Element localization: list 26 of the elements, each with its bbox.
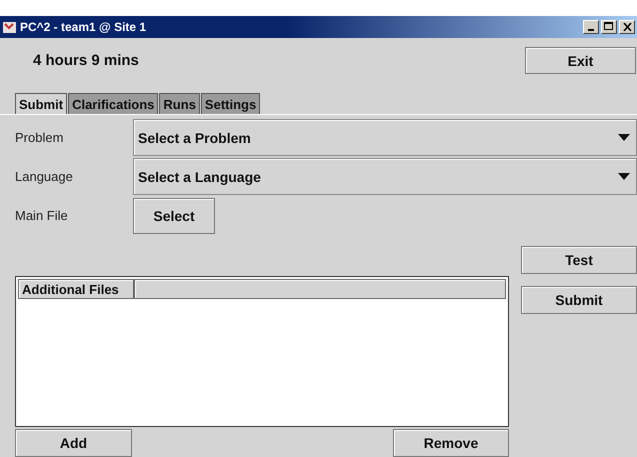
dropdown-arrow-icon	[618, 173, 630, 180]
select-file-button[interactable]: Select	[133, 198, 215, 234]
close-button[interactable]	[619, 20, 635, 34]
remove-button[interactable]: Remove	[393, 429, 509, 457]
dropdown[interactable]: Select a Problem	[133, 119, 637, 156]
dropdown-arrow-icon	[618, 134, 630, 141]
field-label: Language	[14, 169, 74, 184]
add-button[interactable]: Add	[15, 429, 132, 457]
window-title: PC^2 - team1 @ Site 1	[20, 20, 148, 34]
close-icon	[622, 22, 632, 31]
tab[interactable]: Settings	[200, 93, 260, 114]
minimize-button[interactable]	[583, 20, 599, 34]
tab[interactable]: Runs	[159, 93, 200, 114]
column-header[interactable]: Additional Files	[18, 279, 134, 299]
maximize-button[interactable]	[601, 20, 617, 34]
field-label: Main File	[14, 208, 69, 223]
action-button[interactable]: Submit	[521, 286, 637, 314]
minimize-icon	[588, 28, 594, 31]
dropdown[interactable]: Select a Language	[133, 158, 637, 195]
exit-button[interactable]: Exit	[525, 47, 636, 74]
action-button[interactable]: Test	[521, 246, 637, 274]
field-label: Problem	[14, 130, 64, 145]
time-remaining: 4 hours 9 mins	[33, 52, 139, 70]
tab[interactable]: Clarifications	[68, 93, 158, 114]
maximize-icon	[604, 22, 614, 32]
tab[interactable]: Submit	[15, 93, 68, 114]
